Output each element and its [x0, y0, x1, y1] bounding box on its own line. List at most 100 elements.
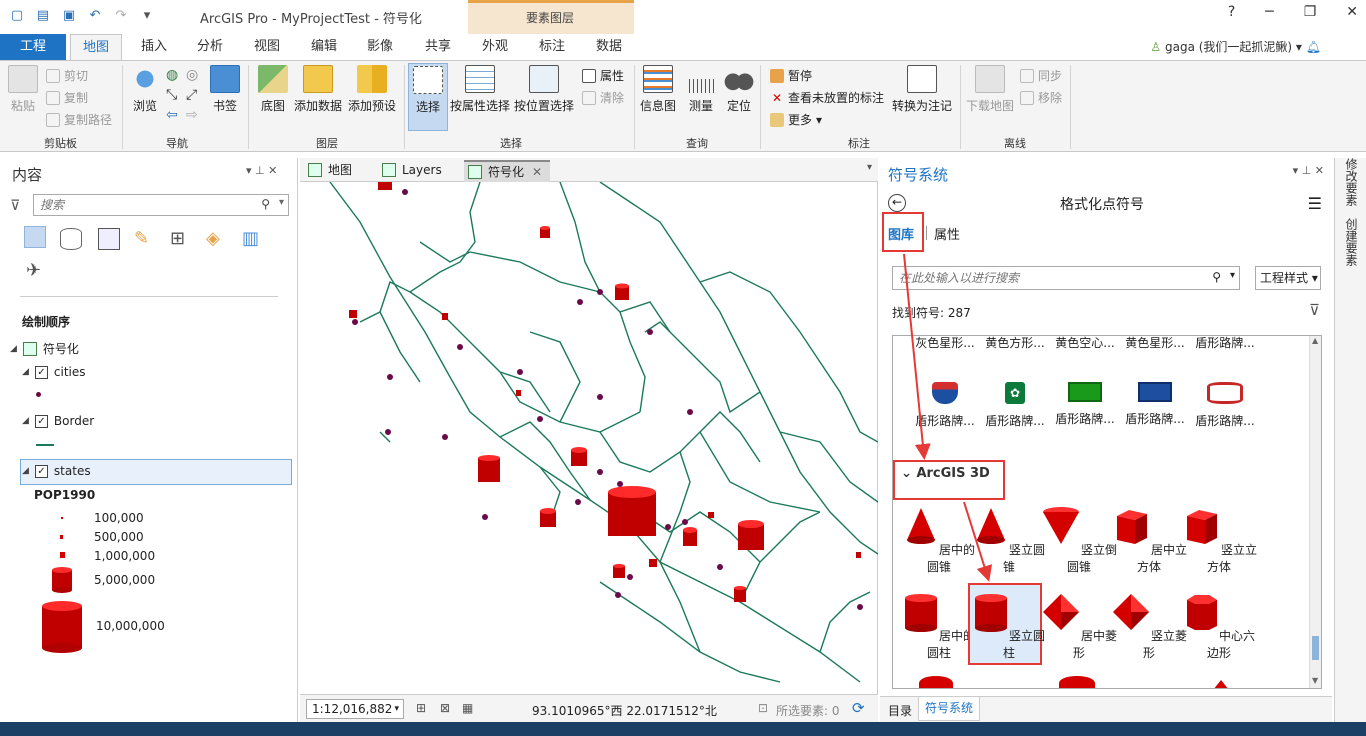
- help-button[interactable]: ?: [1228, 4, 1235, 20]
- list-by-snapping-icon[interactable]: ⊞: [170, 228, 192, 250]
- copy-path-button[interactable]: 复制路径: [46, 111, 112, 128]
- map-icon: [22, 341, 37, 356]
- list-by-selection-icon[interactable]: [98, 228, 120, 250]
- view-unplaced-button[interactable]: ✕ 查看未放置的标注: [770, 89, 884, 106]
- toc-map-item[interactable]: ◢ 符号化: [10, 340, 79, 357]
- tab-catalog[interactable]: 目录: [888, 702, 912, 719]
- tab-labeling[interactable]: 标注: [534, 34, 570, 60]
- list-by-labeling-icon[interactable]: ◈: [206, 228, 228, 250]
- next-extent-icon[interactable]: ⇨: [186, 107, 198, 123]
- infographics-button[interactable]: 信息图: [640, 65, 676, 114]
- sync-button[interactable]: 同步: [1020, 67, 1062, 84]
- toc-layer-border[interactable]: ◢ ✓ Border: [22, 414, 94, 428]
- explore-button[interactable]: 浏览: [130, 65, 160, 114]
- separator: [634, 65, 635, 149]
- view-tab-layers[interactable]: Layers: [378, 160, 442, 182]
- legend-label: 500,000: [94, 530, 144, 544]
- customize-qat-icon[interactable]: ▾: [138, 6, 156, 24]
- pause-labeling-button[interactable]: 暂停: [770, 67, 812, 84]
- basemap-button[interactable]: 底图: [258, 65, 288, 114]
- layer-visibility-checkbox[interactable]: ✓: [34, 414, 48, 428]
- download-map-button[interactable]: 下载地图: [966, 65, 1014, 114]
- view-tab-map[interactable]: 地图: [304, 160, 352, 182]
- full-extent-icon[interactable]: ◍: [166, 67, 178, 83]
- toc-layer-cities[interactable]: ◢ ✓ cities: [22, 365, 86, 379]
- layer-visibility-checkbox[interactable]: ✓: [34, 365, 48, 379]
- add-preset-button[interactable]: 添加预设: [348, 65, 396, 114]
- list-by-drawing-order-icon[interactable]: [24, 226, 46, 248]
- collapse-icon[interactable]: ◢: [22, 367, 29, 377]
- previous-extent-icon[interactable]: ⇦: [166, 107, 178, 123]
- list-by-data-source-icon[interactable]: [60, 228, 82, 250]
- search-dropdown-icon[interactable]: ▾: [279, 197, 284, 208]
- view-tab-symbolization[interactable]: 符号化 ✕: [464, 160, 550, 182]
- legend-field-name: POP1990: [34, 488, 96, 502]
- tab-imagery[interactable]: 影像: [362, 34, 398, 60]
- cut-button[interactable]: 剪切: [46, 67, 88, 84]
- add-data-button[interactable]: 添加数据: [294, 65, 342, 114]
- select-by-location-button[interactable]: 按位置选择: [514, 65, 574, 114]
- scale-selector[interactable]: 1:12,016,882 ▾: [306, 699, 404, 719]
- tab-insert[interactable]: 插入: [136, 34, 172, 60]
- list-by-perspective-icon[interactable]: ✈: [26, 260, 48, 282]
- filter-icon[interactable]: ⊽: [10, 198, 20, 214]
- select-by-attributes-button[interactable]: 按属性选择: [450, 65, 510, 114]
- bookmarks-button[interactable]: 书签: [210, 65, 240, 114]
- zoom-out-fixed-icon[interactable]: ⤢: [186, 87, 197, 103]
- tabs-dropdown-icon[interactable]: ▾: [867, 162, 872, 173]
- navigate-tools[interactable]: ◍ ◎ ⤡ ⤢ ⇦ ⇨: [164, 67, 206, 127]
- undo-icon[interactable]: ↶: [86, 6, 104, 24]
- tab-analysis[interactable]: 分析: [192, 34, 228, 60]
- collapse-icon[interactable]: ◢: [10, 344, 17, 354]
- notification-icon[interactable]: 🔔︎: [1306, 40, 1321, 54]
- map-svg[interactable]: [300, 182, 878, 694]
- contents-search-input[interactable]: [34, 195, 254, 215]
- remove-button[interactable]: 移除: [1020, 89, 1062, 106]
- paste-icon: [8, 65, 38, 93]
- measure-button[interactable]: 测量: [686, 65, 716, 114]
- save-icon[interactable]: ▣: [60, 6, 78, 24]
- tab-view[interactable]: 视图: [249, 34, 285, 60]
- list-by-charts-icon[interactable]: ▥: [242, 228, 264, 250]
- tab-share[interactable]: 共享: [420, 34, 456, 60]
- list-by-editing-icon[interactable]: ✎: [134, 228, 156, 250]
- grid-icon[interactable]: ⊠: [440, 701, 450, 715]
- tab-appearance[interactable]: 外观: [477, 34, 513, 60]
- convert-to-annotation-button[interactable]: 转换为注记: [892, 65, 952, 114]
- tab-map[interactable]: 地图: [70, 34, 122, 60]
- restore-button[interactable]: ❐: [1304, 4, 1317, 20]
- toc-layer-states[interactable]: ◢ ✓ states: [22, 464, 91, 478]
- scale-dropdown-icon[interactable]: ▾: [394, 700, 399, 718]
- tab-edit[interactable]: 编辑: [306, 34, 342, 60]
- more-labeling-button[interactable]: 更多 ▾: [770, 111, 822, 128]
- close-button[interactable]: ✕: [1346, 4, 1358, 20]
- new-project-icon[interactable]: ▢: [8, 6, 26, 24]
- clear-button[interactable]: 清除: [582, 89, 624, 106]
- search-icon[interactable]: ⚲: [261, 197, 270, 211]
- open-folder-icon[interactable]: ▤: [34, 6, 52, 24]
- tab-data[interactable]: 数据: [591, 34, 627, 60]
- select-button[interactable]: 选择: [408, 63, 448, 131]
- minimize-button[interactable]: ─: [1265, 4, 1273, 20]
- dock-tab-create-features[interactable]: 创建要素: [1343, 218, 1360, 266]
- snapping-icon[interactable]: ▦: [462, 701, 473, 715]
- tab-symbology[interactable]: 符号系统: [918, 697, 981, 721]
- user-account[interactable]: ♙ gaga (我们一起抓泥鳅) ▾ 🔔︎: [1150, 38, 1321, 55]
- close-tab-icon[interactable]: ✕: [532, 165, 542, 179]
- map-canvas[interactable]: [300, 182, 878, 694]
- paste-button[interactable]: 粘贴: [8, 65, 38, 114]
- redo-icon[interactable]: ↷: [112, 6, 130, 24]
- dock-tab-modify-features[interactable]: 修改要素: [1343, 158, 1360, 206]
- zoom-fixed-icon[interactable]: ◎: [186, 67, 198, 83]
- copy-button[interactable]: 复制: [46, 89, 88, 106]
- collapse-icon[interactable]: ◢: [22, 416, 29, 426]
- collapse-icon[interactable]: ◢: [22, 466, 29, 476]
- attributes-button[interactable]: 属性: [582, 67, 624, 84]
- locate-button[interactable]: 定位: [724, 65, 754, 114]
- pane-options-icon[interactable]: ▾ ⊥ ✕: [246, 164, 277, 177]
- fixed-zoom-icon[interactable]: ⊞: [416, 701, 426, 715]
- zoom-in-fixed-icon[interactable]: ⤡: [166, 87, 177, 103]
- layer-visibility-checkbox[interactable]: ✓: [34, 464, 48, 478]
- tab-project[interactable]: 工程: [0, 34, 66, 60]
- refresh-icon[interactable]: ⟳: [852, 699, 865, 717]
